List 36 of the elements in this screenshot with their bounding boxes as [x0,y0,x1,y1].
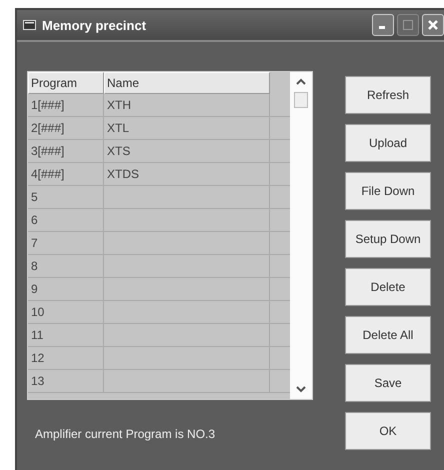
action-button[interactable]: Upload [345,124,431,162]
action-button[interactable]: File Down [345,172,431,210]
table-cell: 7 [28,232,104,254]
table-cell: 8 [28,255,104,277]
maximize-icon [403,20,413,30]
table-cell: XTL [104,117,270,139]
window-title: Memory precinct [42,18,148,32]
table-cell: XTH [104,94,270,116]
table-cell: 3[###] [28,140,104,162]
action-button[interactable]: OK [345,412,431,450]
action-button[interactable]: Save [345,364,431,402]
table-cell: 13 [28,370,104,392]
column-header[interactable]: Program [28,72,104,94]
column-header[interactable]: Name [104,72,270,94]
scrollbar[interactable] [290,72,312,399]
status-text: Amplifier current Program is NO.3 [35,427,216,441]
action-button[interactable]: Delete All [345,316,431,354]
table-cell: XTDS [104,163,270,185]
minimize-button[interactable] [372,14,394,36]
table-cell: 10 [28,301,104,323]
table-cell: XTS [104,140,270,162]
window-icon [23,20,36,30]
table-cell: 2[###] [28,117,104,139]
scroll-thumb[interactable] [294,92,308,108]
table-cell: 9 [28,278,104,300]
action-button[interactable]: Refresh [345,76,431,114]
action-button[interactable]: Setup Down [345,220,431,258]
table-cell: 6 [28,209,104,231]
table-cell: 5 [28,186,104,208]
close-icon [428,20,438,30]
table-cell: 4[###] [28,163,104,185]
table-cell: 12 [28,347,104,369]
table-cell: 11 [28,324,104,346]
table-cell: 1[###] [28,94,104,116]
close-button[interactable] [422,14,444,36]
action-button[interactable]: Delete [345,268,431,306]
